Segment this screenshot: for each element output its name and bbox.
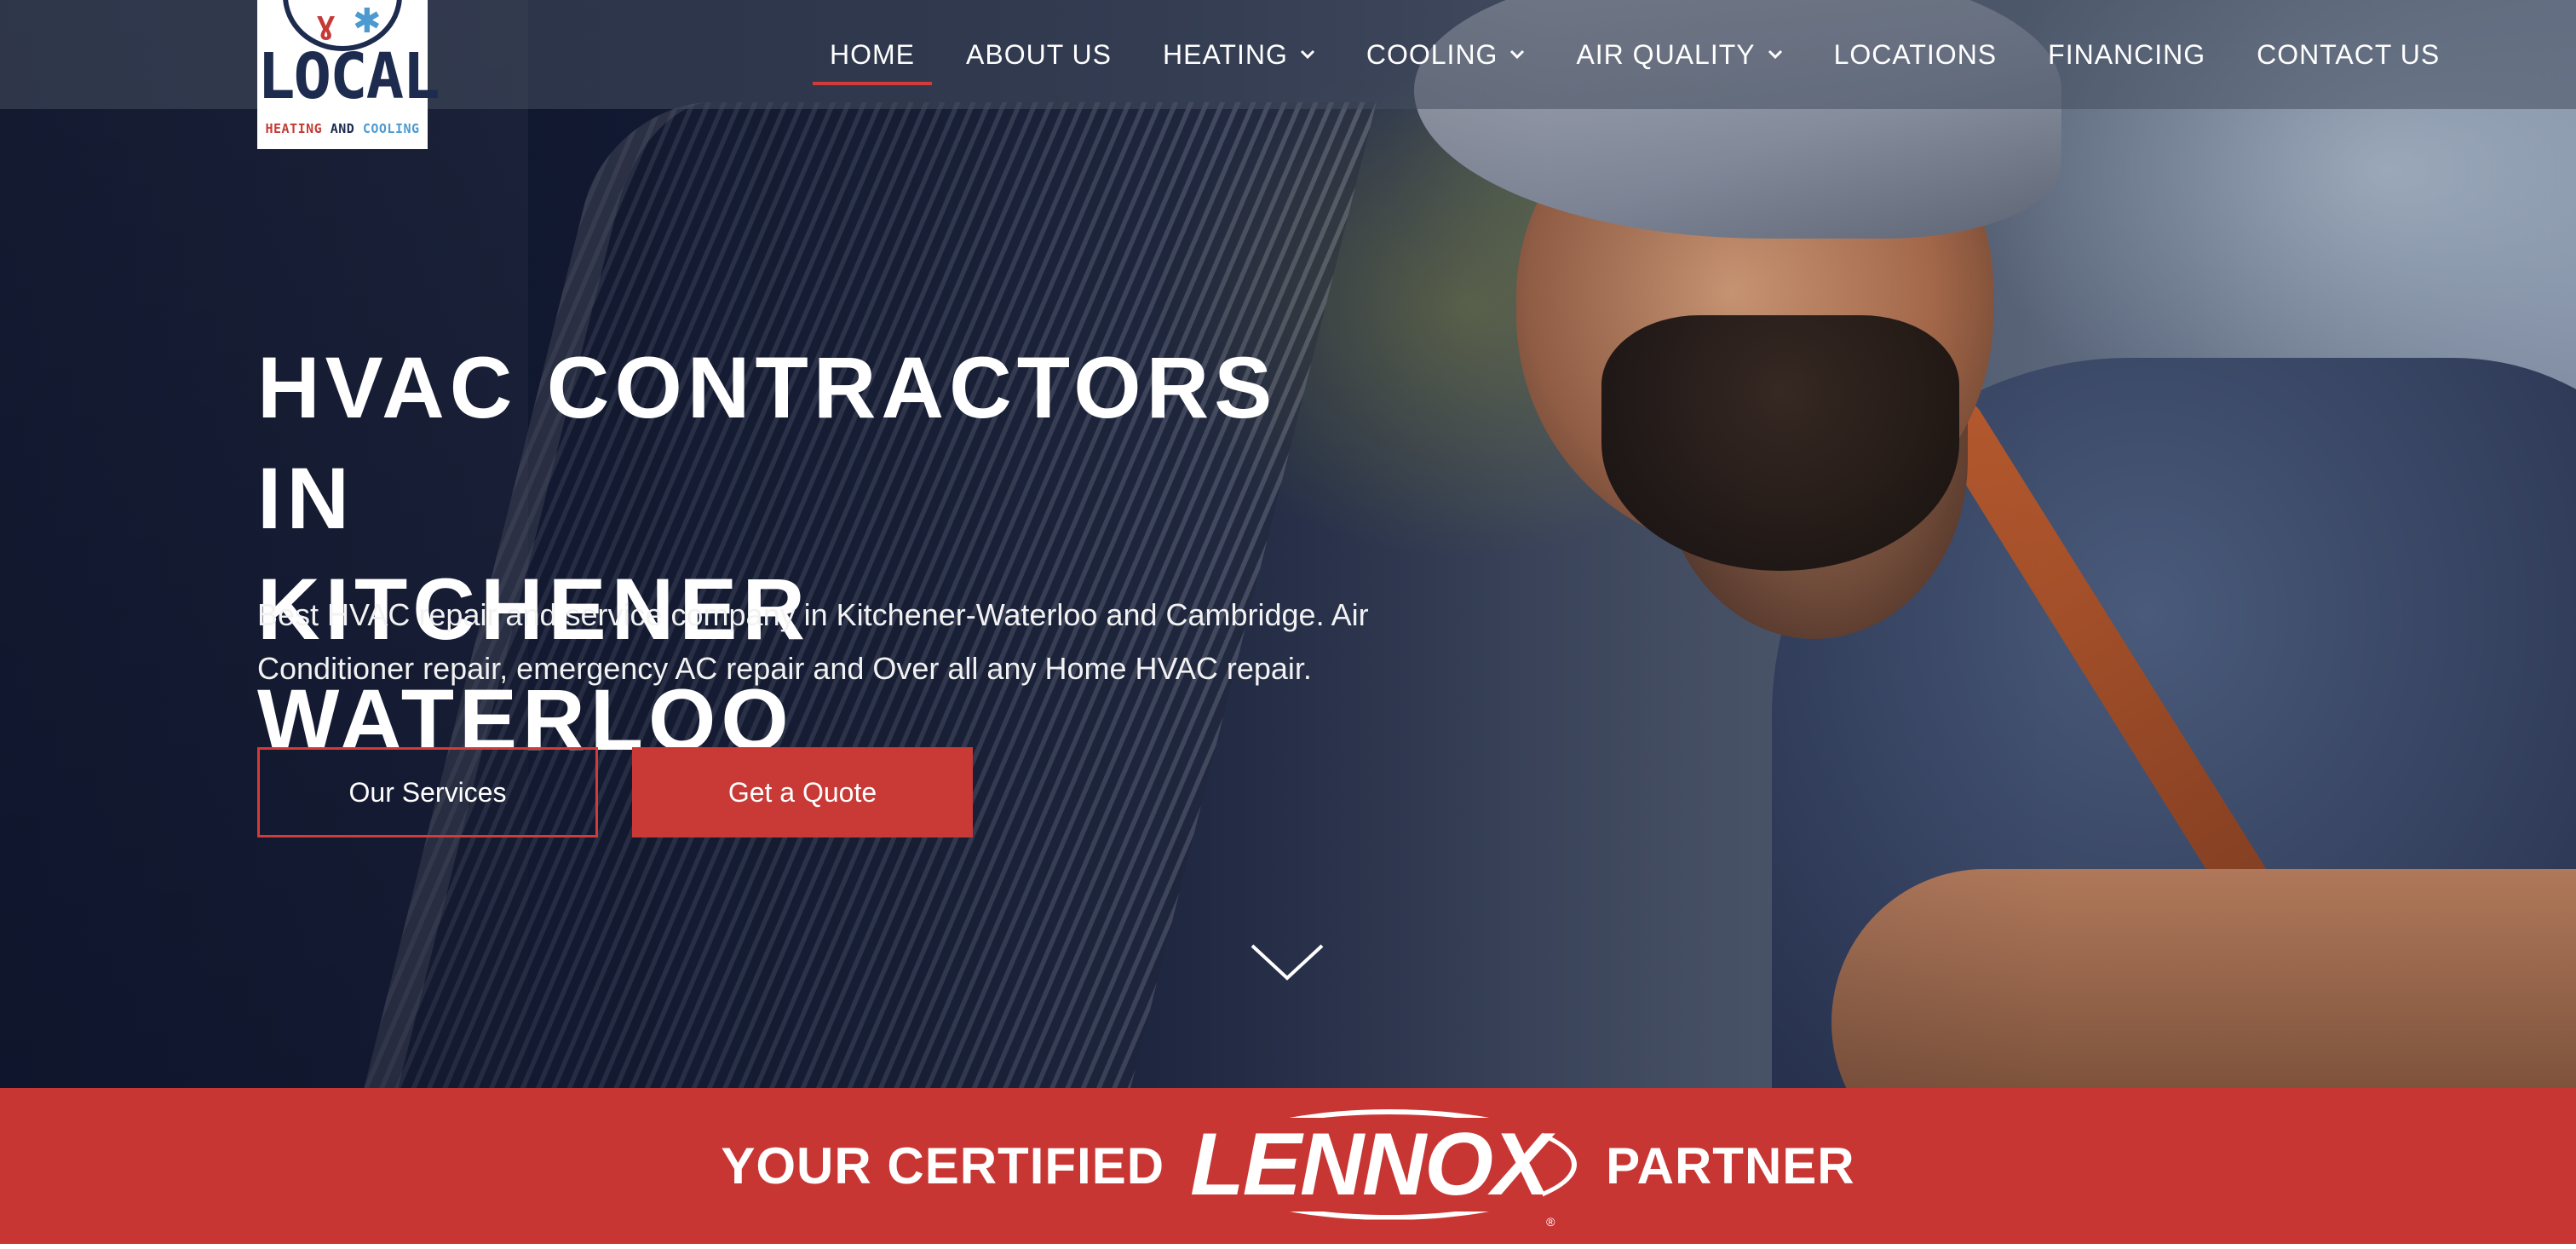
lennox-registered-mark: ® <box>1546 1214 1555 1229</box>
get-a-quote-button[interactable]: Get a Quote <box>632 747 973 837</box>
nav-item-financing[interactable]: FINANCING <box>2048 0 2205 109</box>
nav-item-label: AIR QUALITY <box>1576 38 1756 70</box>
band-left-text: YOUR CERTIFIED <box>721 1137 1165 1194</box>
hero-subtitle-line-2: Conditioner repair, emergency AC repair … <box>257 651 1312 686</box>
logo-wordmark: LOCAL <box>257 40 440 113</box>
nav-item-label: FINANCING <box>2048 38 2206 70</box>
hero-subtitle-line-1: Best HVAC repair and service company in … <box>257 597 1369 632</box>
logo-tagline-heating: HEATING <box>265 121 323 136</box>
lennox-logo: LENNOX ® <box>1185 1102 1585 1230</box>
nav-item-label: ABOUT US <box>966 38 1112 70</box>
hero-title-line-1: HVAC CONTRACTORS IN <box>257 339 1278 547</box>
hero-subtitle: Best HVAC repair and service company in … <box>257 588 1382 695</box>
nav-item-heating[interactable]: HEATING <box>1163 0 1315 109</box>
nav-item-label: LOCATIONS <box>1833 38 1998 70</box>
site-logo[interactable]: ɣ ✱ LOCAL HEATING AND COOLING <box>257 0 440 149</box>
chevron-down-icon <box>1300 49 1314 60</box>
hero-title: HVAC CONTRACTORS IN KITCHENER WATERLOO <box>257 332 1365 775</box>
nav-item-contact-us[interactable]: CONTACT US <box>2257 0 2440 109</box>
nav-item-about-us[interactable]: ABOUT US <box>966 0 1112 109</box>
nav-item-cooling[interactable]: COOLING <box>1366 0 1526 109</box>
lennox-wordmark: LENNOX <box>1185 1117 1550 1212</box>
page-bottom-edge <box>0 1244 2576 1249</box>
scroll-down-chevron-icon[interactable] <box>1249 941 1325 983</box>
nav-item-locations[interactable]: LOCATIONS <box>1834 0 1998 109</box>
chevron-down-icon <box>1510 49 1525 60</box>
nav-item-label: CONTACT US <box>2257 38 2441 70</box>
nav-item-label: HOME <box>830 38 915 70</box>
nav-item-air-quality[interactable]: AIR QUALITY <box>1576 0 1782 109</box>
logo-tagline: HEATING AND COOLING <box>257 121 428 136</box>
hero-section: HVAC CONTRACTORS IN KITCHENER WATERLOO B… <box>0 0 2576 1088</box>
nav-item-home[interactable]: HOME <box>813 0 932 109</box>
our-services-button[interactable]: Our Services <box>257 747 598 837</box>
nav-item-label: HEATING <box>1163 38 1288 70</box>
lennox-partner-band: YOUR CERTIFIED LENNOX ® PARTNER <box>0 1088 2576 1244</box>
band-right-text: PARTNER <box>1606 1137 1855 1194</box>
logo-tagline-and: AND <box>330 121 355 136</box>
site-header: ɣ ✱ LOCAL HEATING AND COOLING HOME ABOUT … <box>0 0 2576 149</box>
nav-item-label: COOLING <box>1366 38 1498 70</box>
main-nav: HOME ABOUT US HEATING COOLING AIR QUALIT… <box>813 0 2491 109</box>
chevron-down-icon <box>1768 49 1782 60</box>
logo-tagline-cooling: COOLING <box>362 121 420 136</box>
